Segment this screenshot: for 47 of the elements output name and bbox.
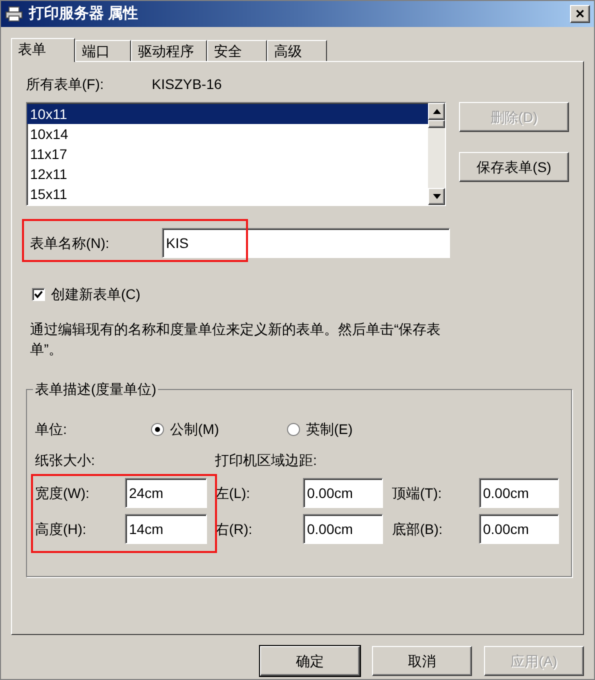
group-title: 表单描述(度量单位) (34, 380, 158, 399)
checkbox[interactable] (32, 288, 45, 301)
dialog-button[interactable]: 保存表单(S) (459, 152, 569, 182)
current-form-name: KISZYB-16 (152, 74, 222, 94)
tab[interactable]: 驱动程序 (131, 40, 207, 61)
dialog-button[interactable]: 取消 (372, 646, 472, 676)
field-label: 表单名称(N): (29, 234, 110, 253)
list-item[interactable]: 10x14 (27, 124, 428, 144)
input-field[interactable]: 0.00cm (479, 478, 559, 508)
scrollbar[interactable] (428, 103, 445, 205)
list-item[interactable]: 15x11 (27, 184, 428, 204)
radio-label: 公制(M) (170, 420, 219, 439)
tab[interactable]: 端口 (75, 40, 131, 61)
forms-listbox[interactable]: 10x11 10x14 11x17 12x11 15x11 (26, 102, 446, 206)
checkbox-label: 创建新表单(C) (51, 285, 140, 304)
section-label: 打印机区域边距: (215, 451, 318, 470)
printer-icon (5, 6, 23, 22)
scroll-thumb[interactable] (428, 120, 445, 128)
field-label: 高度(H): (35, 520, 88, 539)
input-field[interactable]: 0.00cm (303, 478, 383, 508)
list-item[interactable]: 10x11 (27, 104, 428, 124)
dialog-button[interactable]: 确定 (260, 646, 360, 676)
input-field[interactable]: KIS (162, 228, 450, 258)
scroll-up-icon (432, 109, 440, 114)
list-item[interactable]: 11x17 (27, 144, 428, 164)
section-label: 纸张大小: (35, 451, 96, 470)
field-label: 宽度(W): (35, 484, 90, 503)
input-field[interactable]: 0.00cm (479, 514, 559, 544)
field-label: 所有表单(F): (26, 74, 104, 94)
list-item[interactable]: 12x11 (27, 164, 428, 184)
radio-label: 英制(E) (306, 420, 353, 439)
input-field[interactable]: 14cm (125, 514, 207, 544)
description-text: 通过编辑现有的名称和度量单位来定义新的表单。然后单击“保存表单”。 (29, 320, 442, 359)
window-title: 打印服务器 属性 (29, 4, 140, 24)
tab[interactable]: 表单 (11, 38, 75, 62)
scroll-down-icon (432, 194, 440, 199)
tab[interactable]: 安全 (207, 40, 267, 61)
input-field[interactable]: 24cm (125, 478, 207, 508)
field-label: 顶端(T): (391, 484, 443, 503)
field-label: 底部(B): (391, 520, 444, 539)
close-button[interactable]: ✕ (570, 5, 590, 23)
input-field[interactable]: 0.00cm (303, 514, 383, 544)
radio-button[interactable] (151, 422, 164, 436)
tab[interactable]: 高级 (267, 40, 327, 61)
radio-button[interactable] (287, 422, 300, 436)
checkmark-icon (34, 290, 43, 299)
field-label: 单位: (35, 420, 68, 438)
